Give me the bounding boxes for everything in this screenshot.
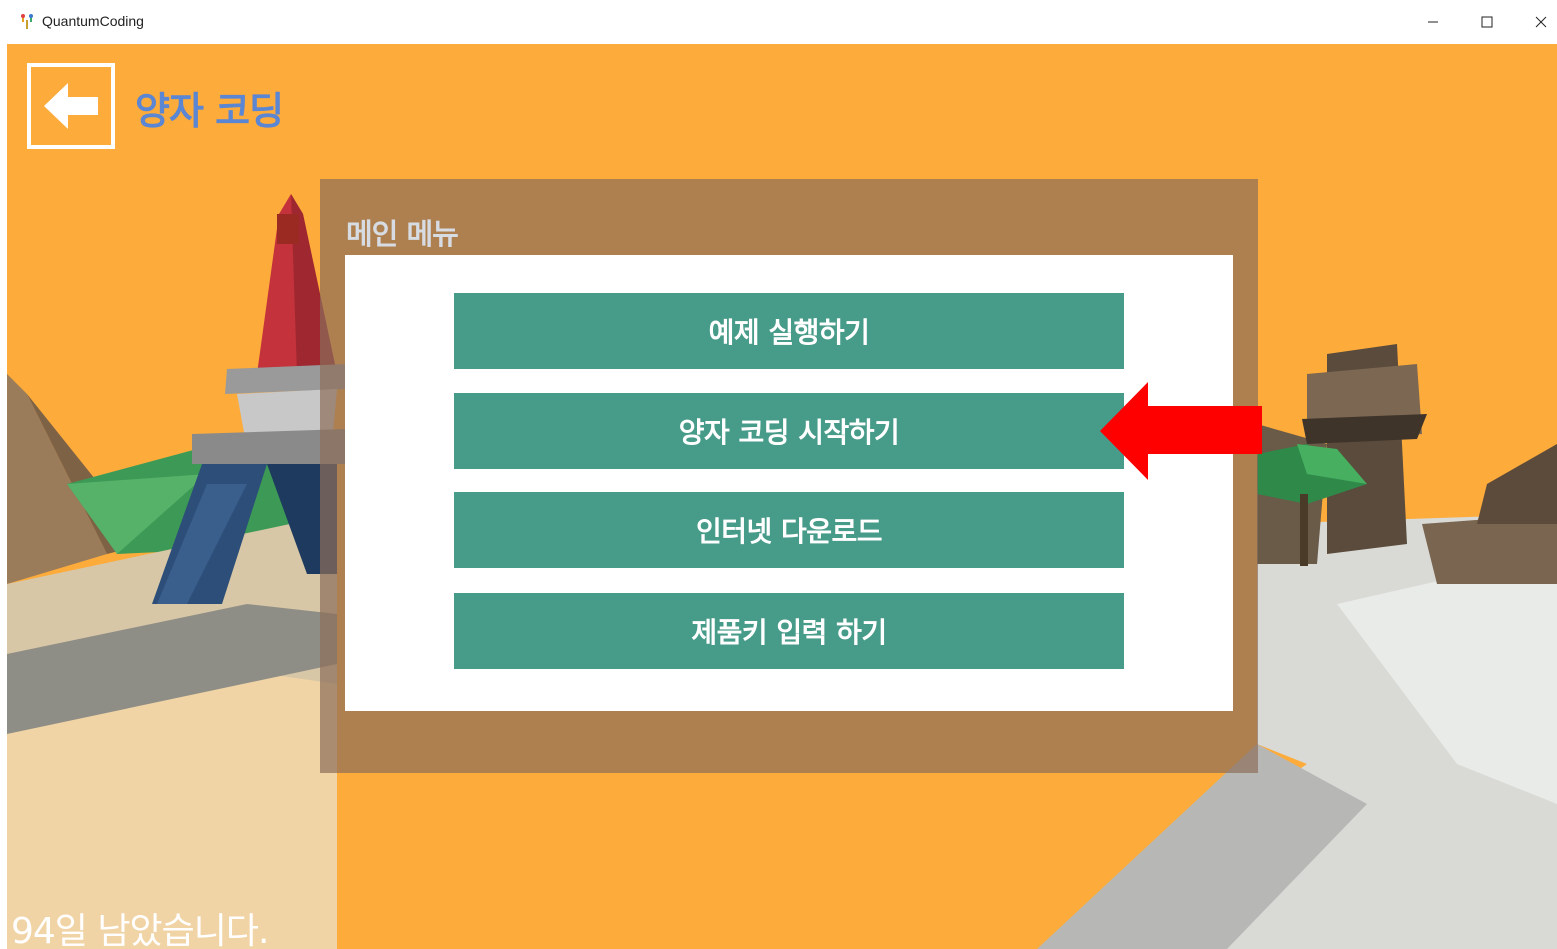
back-button[interactable] [27, 63, 115, 149]
minimize-icon [1428, 21, 1438, 23]
menu-title: 메인 메뉴 [346, 217, 459, 251]
close-button[interactable] [1514, 0, 1557, 44]
days-left-text: 94일 남았습니다. [11, 911, 269, 949]
page-title: 양자 코딩 [135, 89, 284, 133]
close-icon [1535, 16, 1547, 28]
game-viewport: 양자 코딩 메인 메뉴 예제 실행하기 양자 코딩 시작하기 인터넷 다운로드 … [7, 44, 1557, 949]
start-quantum-coding-button[interactable]: 양자 코딩 시작하기 [454, 393, 1124, 469]
red-arrow-annotation-icon [1100, 382, 1262, 480]
minimize-button[interactable] [1406, 0, 1460, 44]
arrow-left-icon [44, 83, 98, 129]
enter-product-key-button[interactable]: 제품키 입력 하기 [454, 593, 1124, 669]
window-titlebar: QuantumCoding [0, 0, 1557, 44]
window-title: QuantumCoding [42, 13, 144, 29]
menu-box: 예제 실행하기 양자 코딩 시작하기 인터넷 다운로드 제품키 입력 하기 [345, 255, 1233, 711]
app-icon [21, 14, 33, 29]
internet-download-button[interactable]: 인터넷 다운로드 [454, 492, 1124, 568]
maximize-button[interactable] [1460, 0, 1514, 44]
maximize-icon [1481, 16, 1493, 28]
run-example-button[interactable]: 예제 실행하기 [454, 293, 1124, 369]
